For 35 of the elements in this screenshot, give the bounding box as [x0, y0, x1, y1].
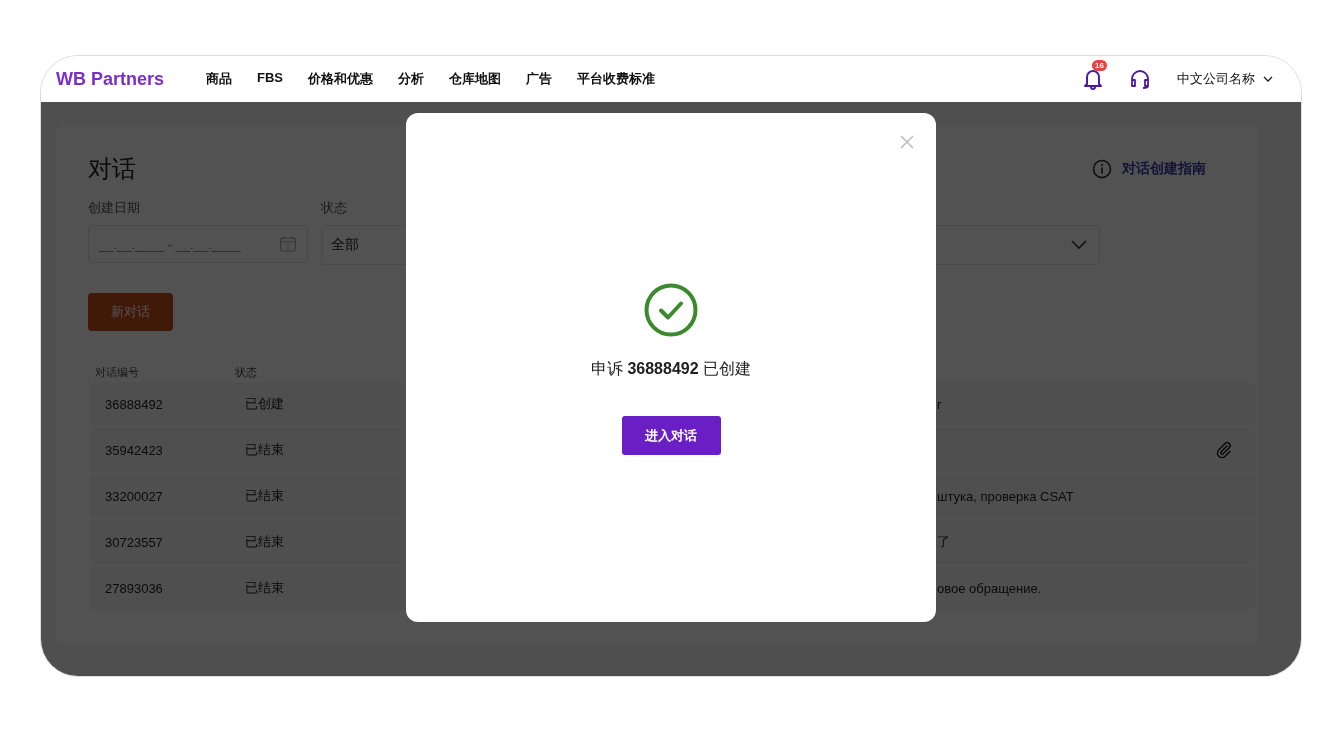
table-cell-text: 已结束	[245, 487, 285, 505]
chevron-down-icon	[1071, 240, 1087, 250]
table-cell: 了	[937, 534, 950, 549]
nav-link[interactable]: FBS	[257, 70, 284, 88]
open-dialog-button[interactable]: 进入对话	[621, 416, 721, 455]
nav-link[interactable]: 分析	[398, 70, 425, 88]
nav-link[interactable]: 广告	[526, 70, 553, 88]
table-cell-text: 已结束	[245, 533, 285, 551]
check-circle-icon	[644, 283, 698, 337]
table-cell: штука, проверка CSAT	[937, 488, 1074, 504]
nav-link[interactable]: 商品	[206, 70, 233, 88]
table-cell-text: 27893036	[105, 580, 164, 596]
success-message: 申诉 36888492 已创建	[590, 359, 752, 379]
table-cell-text: 已结束	[245, 441, 285, 459]
account-menu[interactable]: 中文公司名称	[1177, 70, 1273, 88]
chevron-down-icon	[1263, 76, 1273, 82]
table-cell: овое обращение.	[937, 580, 1042, 596]
nav-link[interactable]: 平台收费标准	[577, 70, 656, 88]
headset-icon[interactable]	[1129, 69, 1151, 89]
column-header: 状态	[235, 365, 258, 380]
nav-link[interactable]: 仓库地图	[449, 70, 502, 88]
info-icon	[1092, 159, 1112, 179]
table-cell-text: 35942423	[105, 442, 164, 458]
page-title: 对话	[88, 154, 136, 184]
table-cell-text: 已结束	[245, 579, 285, 597]
logo[interactable]: WB Partners	[56, 68, 165, 90]
table-cell-text: 36888492	[105, 396, 164, 412]
table-cell-text: 30723557	[105, 534, 164, 550]
table-cell-text: 33200027	[105, 488, 164, 504]
table-cell-text: 已创建	[245, 395, 285, 413]
notification-badge: 16	[1092, 60, 1107, 71]
date-range-field[interactable]: __.__.____ - __.__.____	[88, 225, 308, 263]
table-cell: г	[937, 396, 942, 412]
bell-icon[interactable]	[1083, 68, 1103, 90]
nav-link[interactable]: 价格和优惠	[308, 70, 374, 88]
